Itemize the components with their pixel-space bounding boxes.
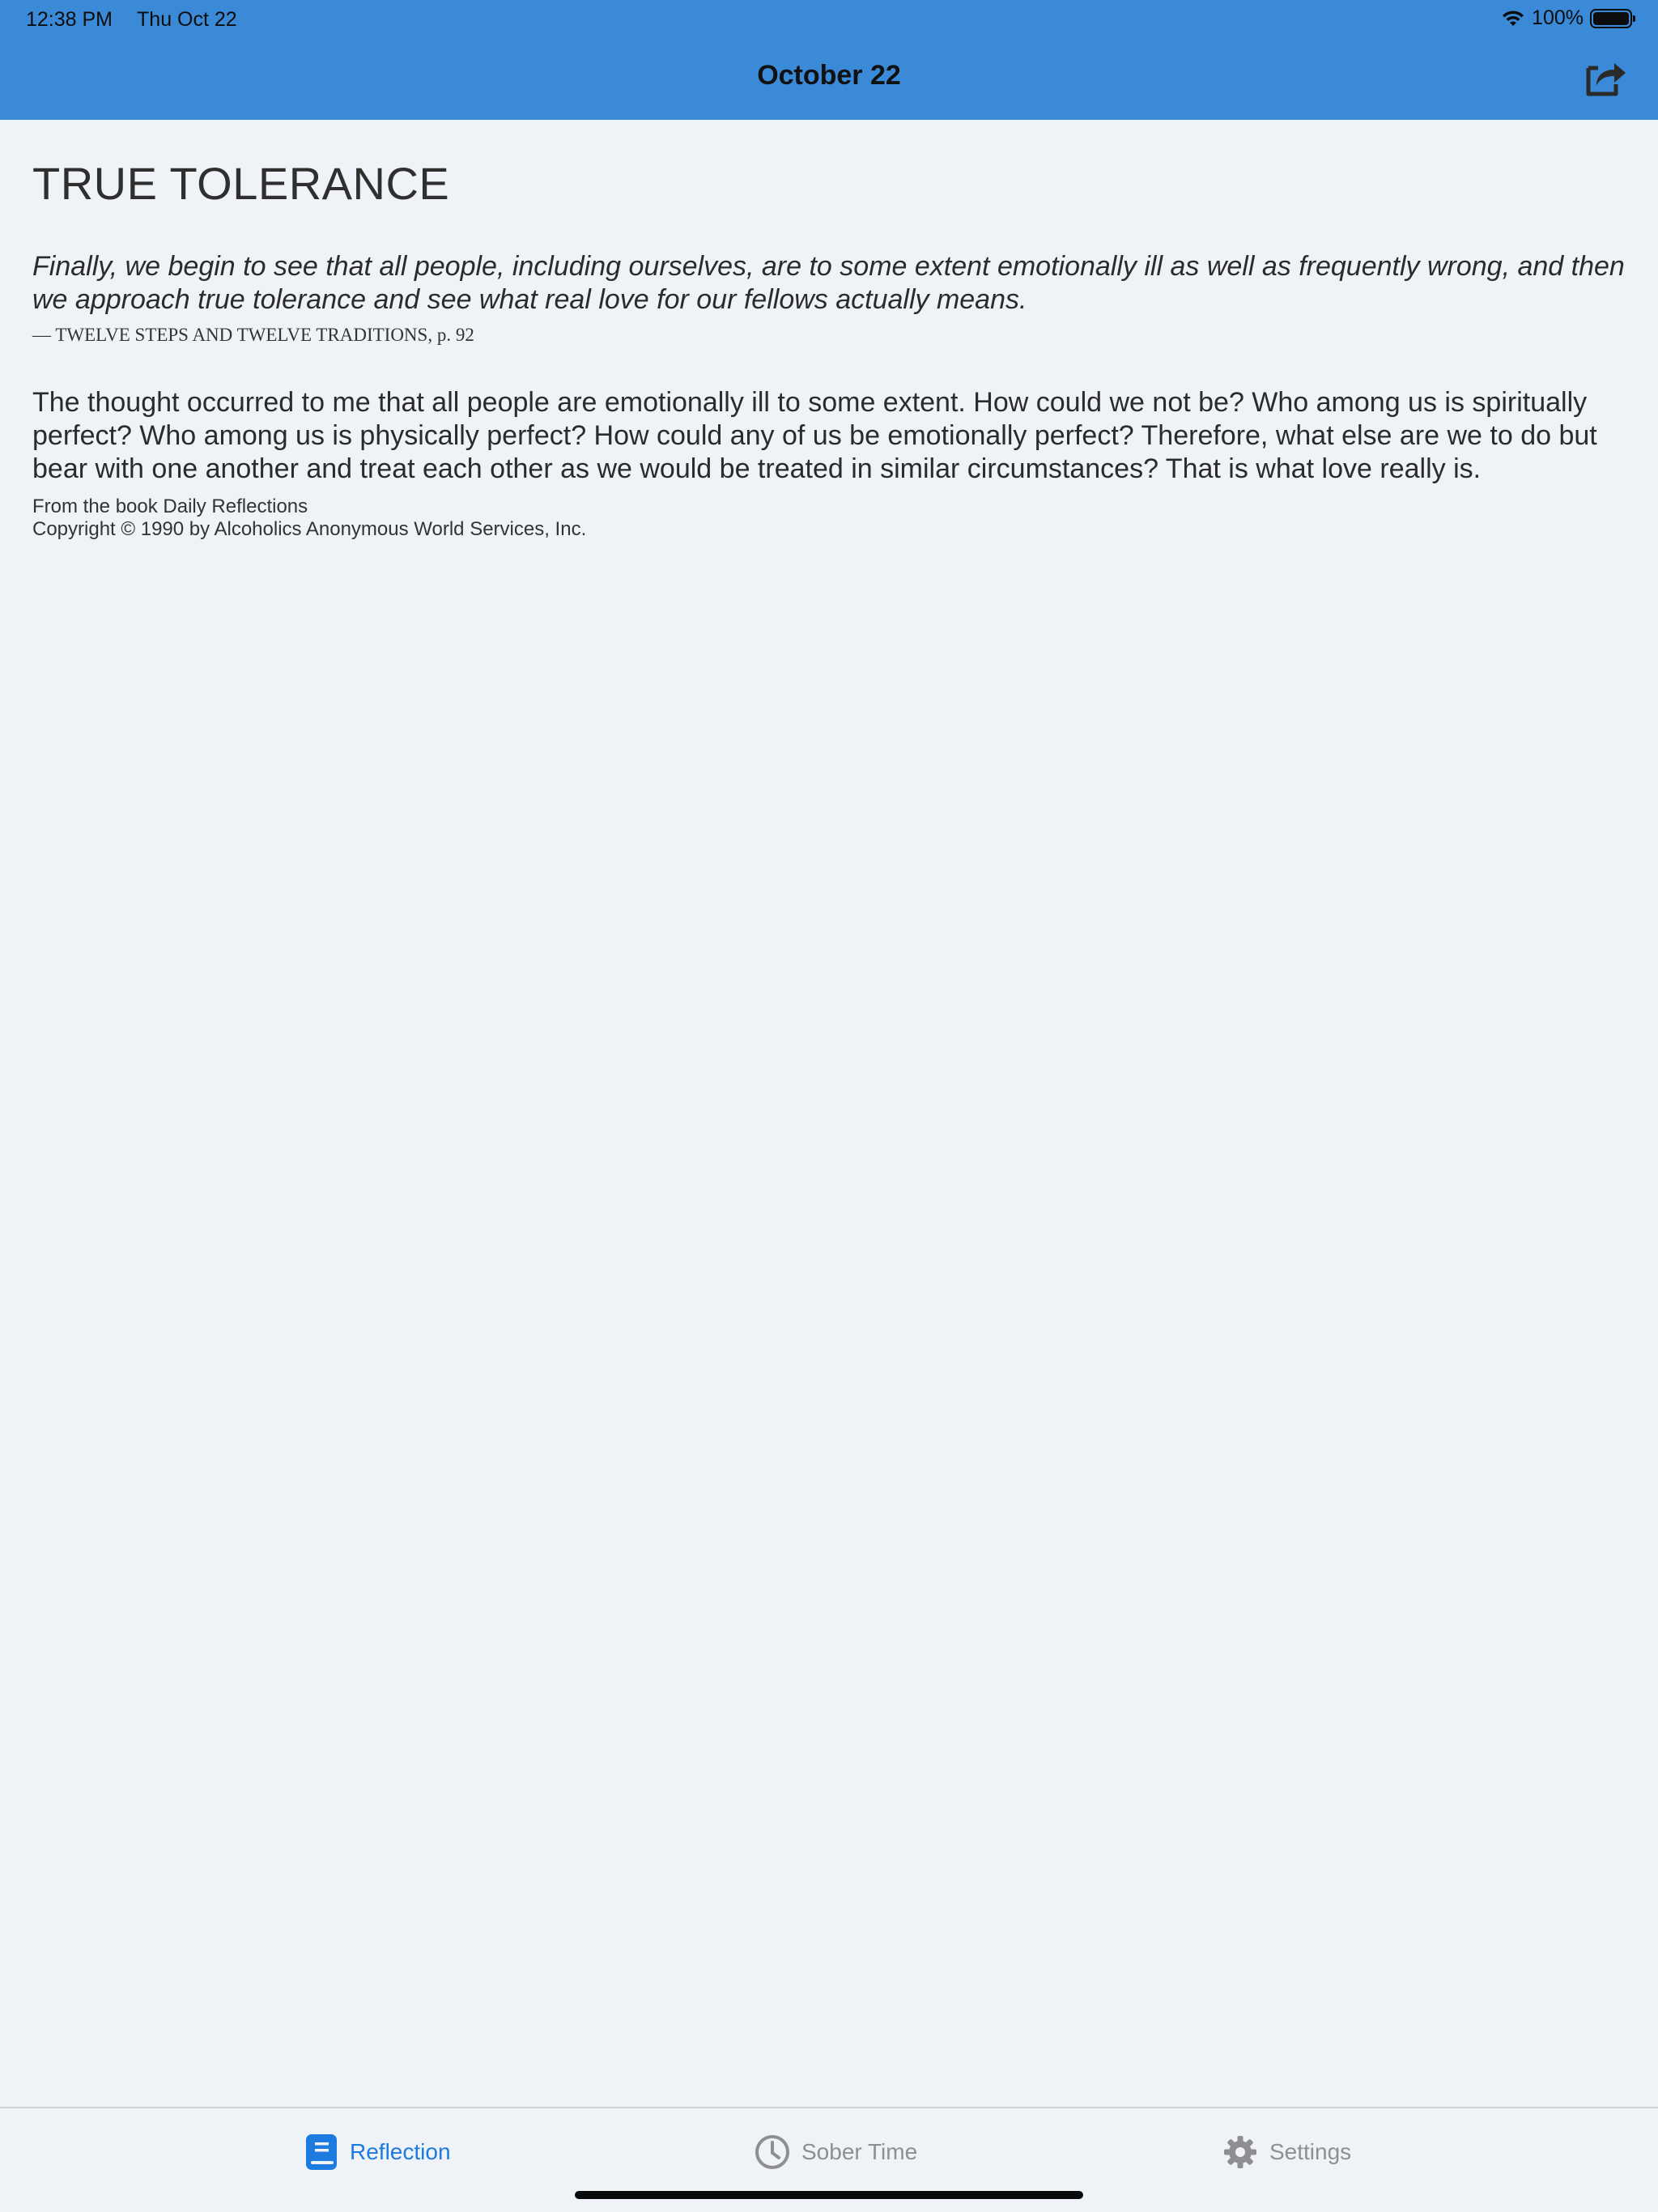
source-info: From the book Daily Reflections Copyrigh… [32,496,1626,541]
reflection-quote: Finally, we begin to see that all people… [32,251,1625,315]
source-book: From the book Daily Reflections [32,496,308,517]
status-bar-left: 12:38 PM Thu Oct 22 [26,8,237,32]
clock-icon [755,2135,789,2169]
quote-citation: — TWELVE STEPS AND TWELVE TRADITIONS, p.… [32,325,474,345]
battery-icon [1590,8,1635,28]
reflection-content: TRUE TOLERANCE Finally, we begin to see … [32,120,1626,541]
tab-settings[interactable]: Settings [1222,2129,1351,2175]
navigation-header: 12:38 PM Thu Oct 22 100% October 22 [0,0,1658,120]
status-date: Thu Oct 22 [137,8,237,31]
battery-percent: 100% [1532,6,1584,29]
copyright-notice: Copyright © 1990 by Alcoholics Anonymous… [32,518,587,540]
share-icon [1586,63,1626,96]
reflection-title: TRUE TOLERANCE [32,158,450,209]
book-icon [306,2134,337,2170]
status-bar-right: 100% [1501,6,1635,30]
home-indicator[interactable] [575,2191,1083,2199]
page-title: October 22 [757,60,901,91]
reflection-body: The thought occurred to me that all peop… [32,387,1597,484]
tab-reflection[interactable]: Reflection [304,2129,451,2175]
tab-label: Sober Time [801,2139,918,2164]
tab-label: Reflection [350,2139,451,2164]
wifi-icon [1503,10,1524,26]
tab-label: Settings [1269,2139,1352,2164]
gear-icon [1224,2136,1256,2168]
share-button[interactable] [1584,57,1629,99]
tab-sober-time[interactable]: Sober Time [755,2129,917,2175]
status-time: 12:38 PM [26,8,113,31]
